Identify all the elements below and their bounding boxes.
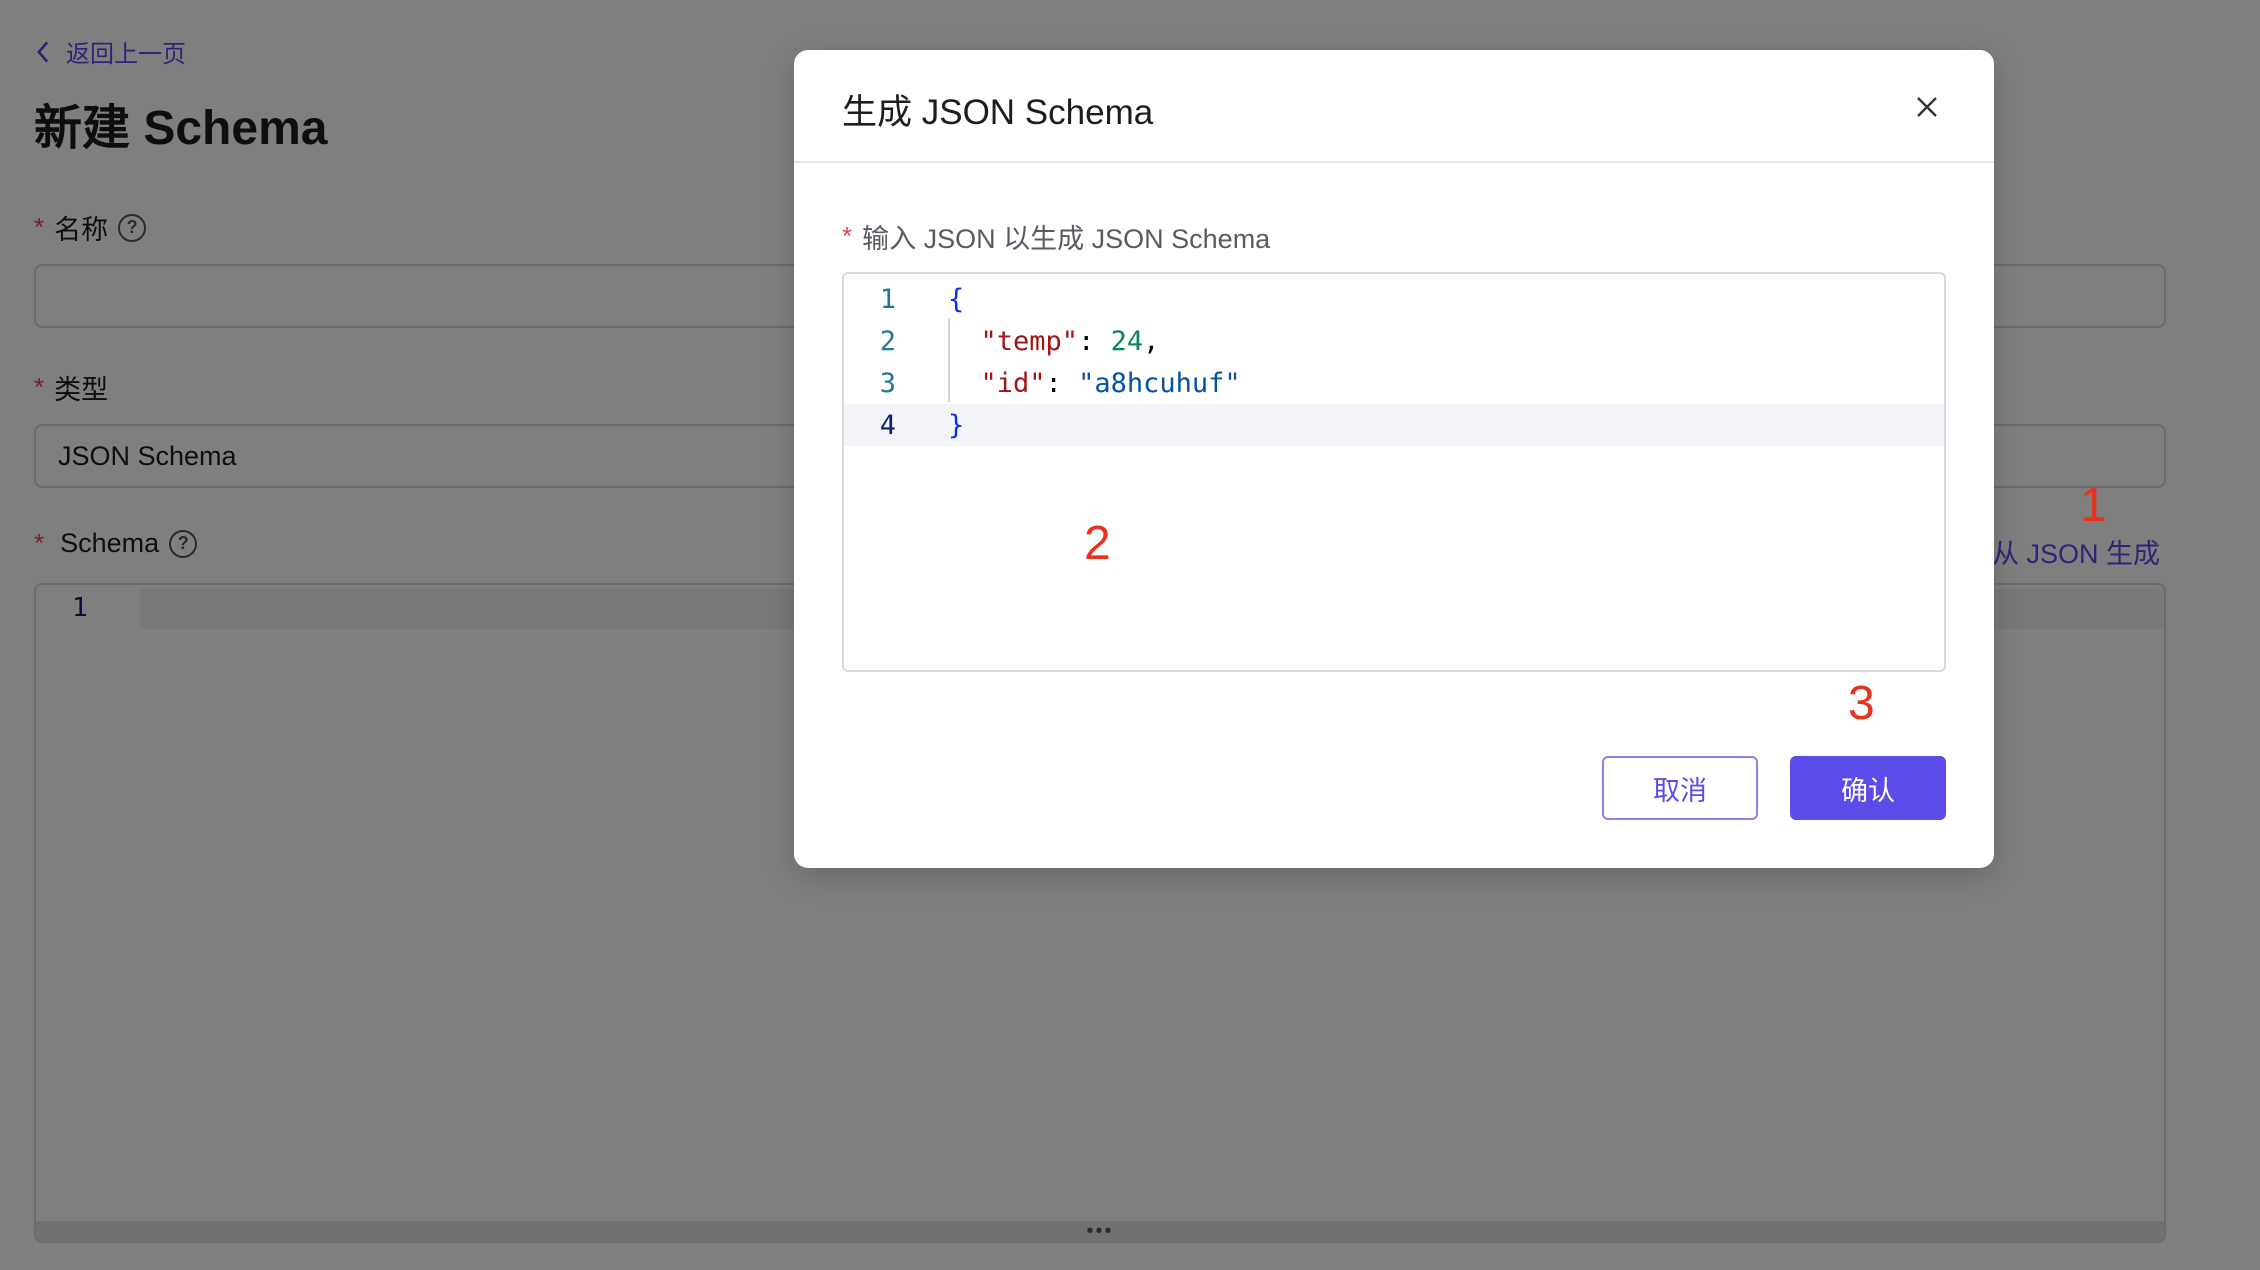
line-code: {	[948, 284, 964, 315]
annotation-2: 2	[1084, 517, 1111, 570]
line-number: 2	[879, 325, 896, 357]
json-value: "a8hcuhuf"	[1078, 367, 1241, 399]
annotation-3: 3	[1848, 677, 1875, 730]
annotation-1: 1	[2080, 479, 2107, 532]
json-key: "temp"	[980, 325, 1079, 357]
line-number: 1	[879, 283, 896, 315]
json-key: "id"	[980, 367, 1046, 399]
required-mark: *	[842, 221, 853, 251]
open-brace: {	[948, 283, 965, 315]
code-line: 2 "temp": 24,	[844, 320, 1944, 362]
code-line: 1 {	[844, 278, 1944, 320]
cancel-button[interactable]: 取消	[1602, 756, 1758, 820]
close-brace: }	[948, 409, 965, 441]
dialog-title: 生成 JSON Schema	[842, 93, 1154, 132]
line-number: 4	[879, 409, 896, 441]
line-code: "id": "a8hcuhuf"	[980, 367, 1241, 399]
code-line: 3 "id": "a8hcuhuf"	[844, 362, 1944, 404]
close-icon	[1917, 97, 1937, 117]
close-button[interactable]	[1912, 92, 1942, 122]
line-code: "temp": 24,	[980, 325, 1160, 357]
json-code-editor[interactable]: 1 { 2 "temp": 24, 3 "id": "a8hcuhuf" 4 }	[842, 272, 1946, 672]
confirm-button[interactable]: 确认	[1790, 756, 1946, 820]
generate-schema-dialog: 生成 JSON Schema * 输入 JSON 以生成 JSON Schema…	[794, 50, 1994, 868]
line-code: }	[948, 410, 964, 441]
json-input-label: * 输入 JSON 以生成 JSON Schema	[842, 217, 1270, 256]
json-value: 24	[1110, 325, 1144, 357]
code-line-active: 4 }	[844, 404, 1944, 446]
dialog-header: 生成 JSON Schema	[794, 50, 1994, 163]
json-input-label-text: 输入 JSON 以生成 JSON Schema	[862, 224, 1271, 254]
line-number: 3	[879, 367, 896, 399]
